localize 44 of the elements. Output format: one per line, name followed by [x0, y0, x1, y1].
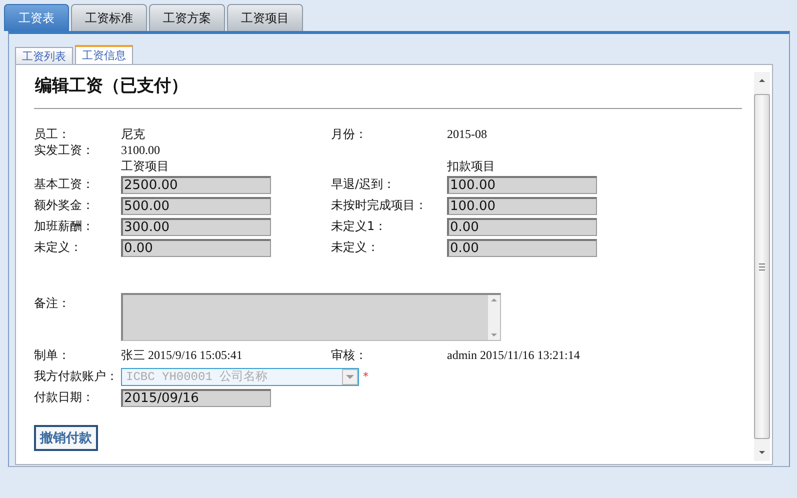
date-field[interactable]: 2015/09/16	[121, 388, 271, 406]
input-field[interactable]: 300.00	[121, 218, 271, 236]
input-field[interactable]: 0.00	[447, 218, 597, 236]
scrollbar-icon	[488, 295, 500, 340]
field-label: 制单：	[34, 347, 71, 364]
input-field[interactable]: 500.00	[121, 196, 271, 214]
field-label: 月份：	[331, 126, 368, 143]
field-label: 加班薪酬：	[34, 218, 95, 235]
net-pay-value: 3100.00	[121, 143, 161, 158]
input-field[interactable]: 0.00	[121, 238, 271, 256]
required-mark: *	[363, 370, 368, 383]
reviewed-by-value: admin 2015/11/16 13:21:14	[447, 348, 581, 363]
input-field[interactable]: 100.00	[447, 196, 597, 214]
page-title: 编辑工资（已支付）	[35, 75, 189, 98]
input-field[interactable]: 0.00	[447, 238, 597, 256]
field-label: 早退/迟到：	[331, 176, 396, 193]
field-label: 额外奖金：	[34, 197, 95, 214]
sub-tab[interactable]: 工资信息	[75, 45, 133, 64]
field-label: 未定义：	[331, 239, 380, 256]
field-label: 我方付款账户：	[34, 368, 119, 385]
field-label: 基本工资：	[34, 176, 95, 193]
cancel-payment-button[interactable]: 撤销付款	[34, 425, 98, 451]
input-field[interactable]: 2500.00	[121, 176, 271, 194]
month-value: 2015-08	[447, 127, 488, 142]
field-label: 未按时完成项目：	[331, 197, 428, 214]
field-label: 备注：	[34, 295, 71, 312]
sub-tab[interactable]: 工资列表	[15, 47, 73, 64]
field-label: 实发工资：	[34, 142, 95, 159]
employee-name: 尼克	[121, 126, 146, 143]
main-tab[interactable]: 工资项目	[227, 4, 303, 31]
field-label: 未定义1：	[331, 218, 388, 235]
column-heading: 扣款项目	[447, 158, 496, 175]
prepared-by-value: 张三 2015/9/16 15:05:41	[121, 347, 244, 364]
field-label: 未定义：	[34, 239, 83, 256]
field-label: 员工：	[34, 126, 71, 143]
field-label: 审核：	[331, 347, 368, 364]
scrollbar[interactable]	[754, 72, 770, 461]
column-heading: 工资项目	[121, 158, 170, 175]
field-label: 付款日期：	[34, 389, 95, 406]
main-tab[interactable]: 工资方案	[149, 4, 225, 31]
input-field[interactable]: 100.00	[447, 176, 597, 194]
grip-icon	[758, 262, 766, 272]
remarks-field[interactable]	[121, 293, 501, 341]
main-tab[interactable]: 工资标准	[71, 4, 147, 31]
